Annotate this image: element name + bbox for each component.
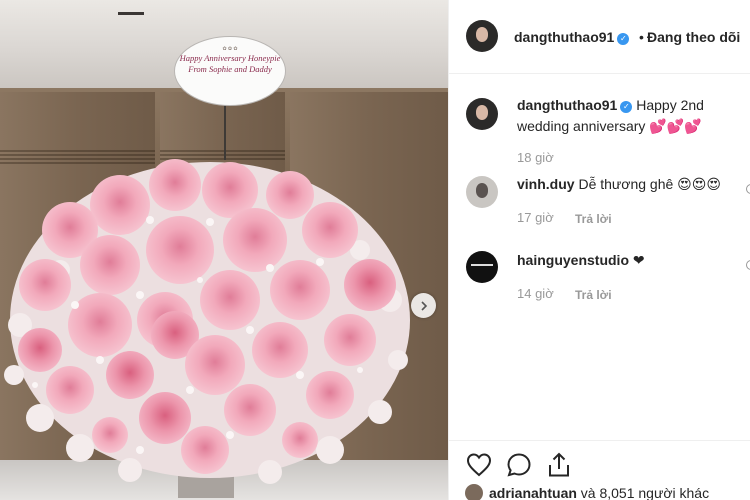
post-sidebar: dangthuthao91 ✓ • Đang theo dõi dangthuth… [448,0,750,500]
comment-like-icon[interactable] [746,260,750,270]
author-username[interactable]: dangthuthao91 ✓ [514,29,630,45]
comment-username[interactable]: vinh.duy [517,176,575,192]
author-avatar[interactable] [466,20,498,52]
liker-username[interactable]: adrianahtuan [489,485,577,500]
comment-icon[interactable] [505,451,533,479]
comment-username[interactable]: dangthuthao91 [517,97,617,113]
comment-time[interactable]: 14 giờ [517,286,554,301]
following-button[interactable]: Đang theo dõi [647,29,740,45]
verified-badge-icon: ✓ [620,101,633,113]
caption: dangthuthao91 ✓ Happy 2nd wedding anniver… [517,95,737,137]
card-line-1: Happy Anniversary Honeypie [179,53,281,63]
liker-avatar[interactable] [465,484,483,500]
comment-like-icon[interactable] [746,184,750,194]
comment-username[interactable]: hainguyenstudio [517,252,629,268]
comment-time[interactable]: 17 giờ [517,210,554,225]
likes-summary: adrianahtuan và 8,051 người khác [465,484,709,500]
separator-dot: • [639,29,644,45]
greeting-card: ✿ ✿ ✿ Happy Anniversary Honeypie From So… [174,36,286,106]
next-photo-button[interactable] [411,293,436,318]
ceiling-vent [118,12,144,15]
comment: vinh.duy Dễ thương ghê 😍😍😍 [517,174,737,195]
rose-bouquet [4,159,410,498]
chevron-right-icon [420,300,427,311]
comment: hainguyenstudio ❤ [517,250,737,271]
comment-avatar[interactable] [466,251,498,283]
card-line-2: From Sophie and Daddy [188,64,272,74]
post-header: dangthuthao91 ✓ • Đang theo dõi [449,0,750,74]
share-icon[interactable] [545,451,573,479]
comment-text: Dễ thương ghê 😍😍😍 [578,176,721,192]
comment-avatar-author[interactable] [466,98,498,130]
comment-avatar[interactable] [466,176,498,208]
verified-badge-icon: ✓ [617,33,630,45]
likes-count[interactable]: và 8,051 người khác [581,485,709,500]
post-photo[interactable]: ✿ ✿ ✿ Happy Anniversary Honeypie From So… [0,0,448,500]
reply-button[interactable]: Trả lời [575,288,612,302]
comment-time[interactable]: 18 giờ [517,150,554,165]
heart-icon[interactable] [465,451,493,479]
comment-text: ❤ [632,252,645,268]
reply-button[interactable]: Trả lời [575,212,612,226]
